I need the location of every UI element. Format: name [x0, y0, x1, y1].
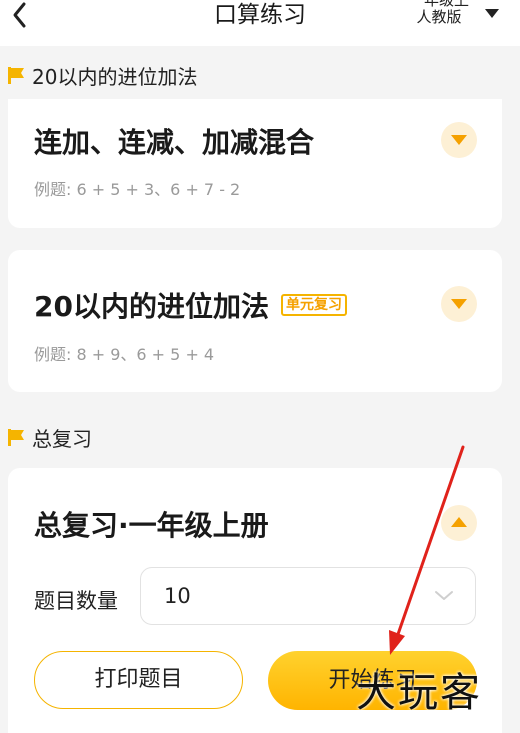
caret-down-icon — [451, 299, 467, 309]
textbook-edition: 人教版 — [416, 8, 462, 26]
question-count-label: 题目数量 — [34, 589, 118, 613]
flag-icon — [8, 428, 24, 446]
flag-icon — [8, 66, 24, 84]
collapse-toggle[interactable] — [441, 505, 477, 541]
lesson-card-carry-addition[interactable]: 20以内的进位加法 单元复习 例题: 8 + 9、6 + 5 + 4 — [8, 250, 502, 392]
caret-up-icon — [451, 517, 467, 527]
expand-toggle[interactable] — [441, 286, 477, 322]
top-bar: 口算练习 一年级上 人教版 — [0, 0, 520, 46]
card-title: 连加、连减、加减混合 — [34, 126, 315, 159]
watermark-logo: 大玩客 — [356, 670, 482, 716]
grade-selector[interactable]: 一年级上 人教版 — [396, 0, 482, 26]
card-example: 例题: 6 + 5 + 3、6 + 7 - 2 — [34, 180, 241, 199]
expand-toggle[interactable] — [441, 122, 477, 158]
caret-down-icon — [451, 135, 467, 145]
print-questions-button[interactable]: 打印题目 — [34, 651, 243, 709]
card-title: 20以内的进位加法 单元复习 — [34, 285, 347, 325]
card-title-text: 20以内的进位加法 — [34, 290, 269, 323]
lesson-card-mixed-operations[interactable]: 连加、连减、加减混合 例题: 6 + 5 + 3、6 + 7 - 2 — [8, 99, 502, 228]
section-header-general-review: 总复习 — [8, 422, 92, 452]
caret-down-icon[interactable] — [485, 9, 499, 18]
card-example: 例题: 8 + 9、6 + 5 + 4 — [34, 345, 215, 364]
card-title: 总复习·一年级上册 — [34, 509, 269, 542]
question-count-value: 10 — [164, 584, 191, 608]
section-label: 20以内的进位加法 — [32, 64, 198, 89]
question-count-select[interactable]: 10 — [140, 567, 476, 625]
unit-review-badge: 单元复习 — [280, 294, 347, 316]
chevron-down-icon — [435, 591, 453, 600]
section-header-carry-addition: 20以内的进位加法 — [8, 60, 197, 90]
section-label: 总复习 — [32, 426, 92, 451]
